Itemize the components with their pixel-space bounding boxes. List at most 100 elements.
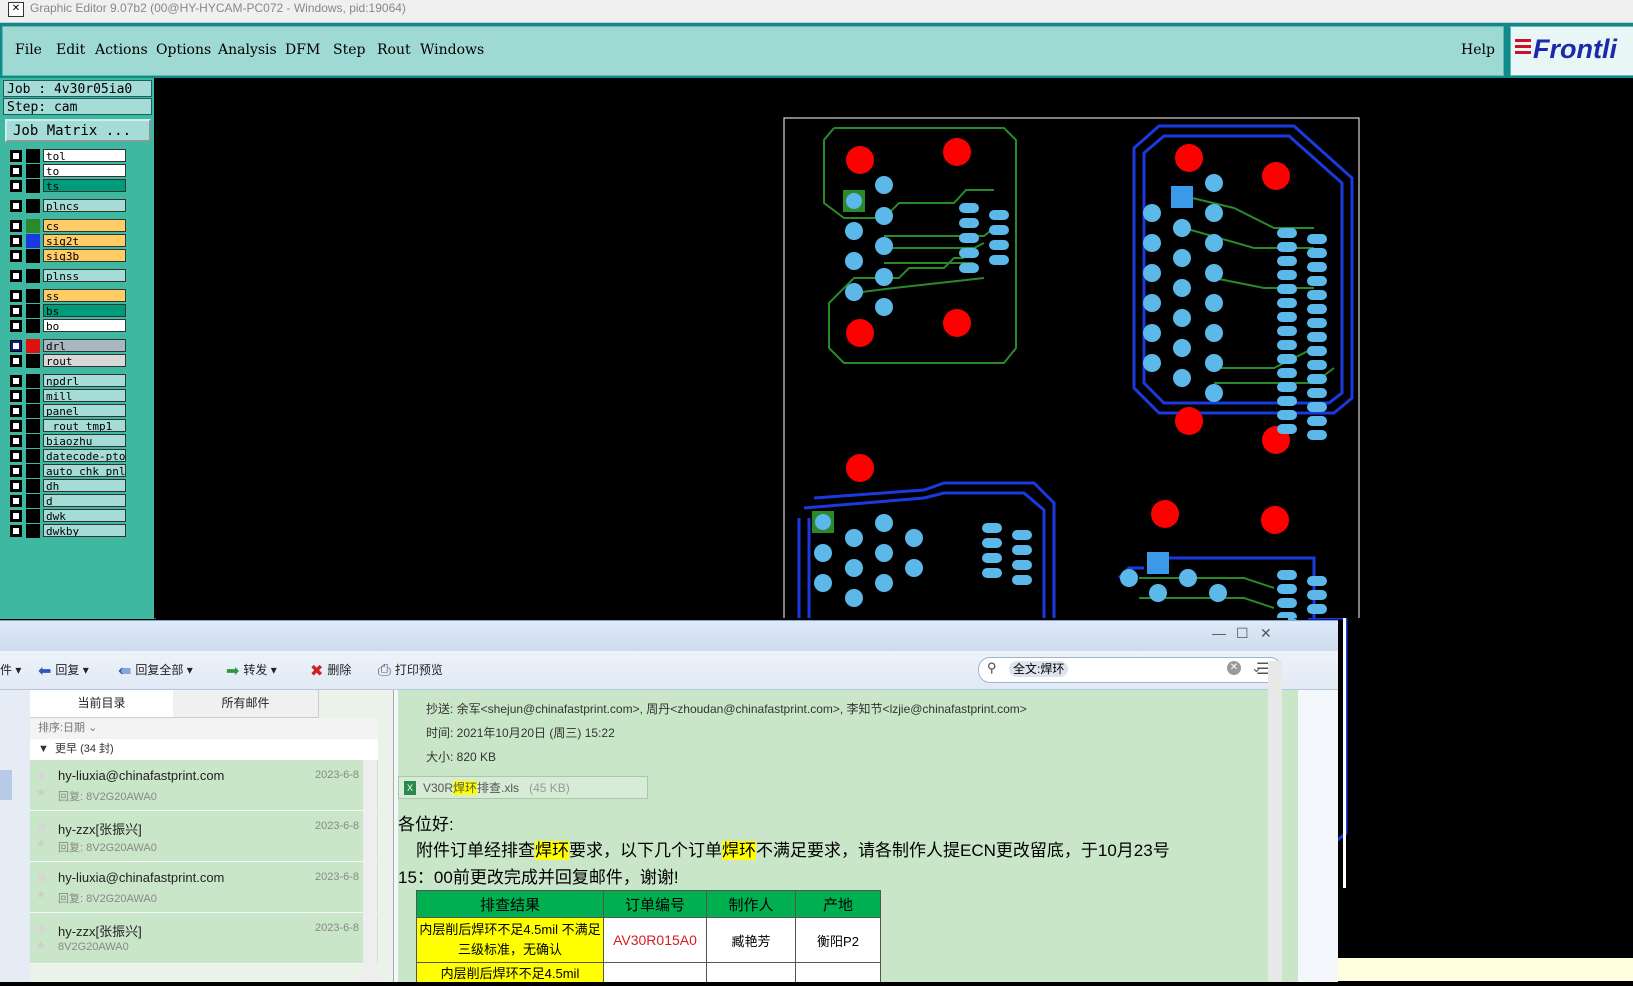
layer-color-swatch[interactable] bbox=[26, 289, 40, 303]
clear-search-icon[interactable]: ✕ bbox=[1227, 661, 1241, 675]
layer-checkbox[interactable] bbox=[10, 150, 22, 162]
layer-color-swatch[interactable] bbox=[26, 179, 40, 193]
layer-checkbox[interactable] bbox=[10, 390, 22, 402]
layer-checkbox[interactable] bbox=[10, 305, 22, 317]
layer-color-swatch[interactable] bbox=[26, 304, 40, 318]
layer-color-swatch[interactable] bbox=[26, 319, 40, 333]
layer-name[interactable]: d bbox=[43, 494, 126, 507]
group-header[interactable]: ▼ 更早 (34 封) bbox=[30, 739, 378, 760]
menu-analysis[interactable]: Analysis bbox=[218, 42, 277, 58]
menu-step[interactable]: Step bbox=[333, 42, 365, 58]
layer-color-swatch[interactable] bbox=[26, 354, 40, 368]
layer-row-panel[interactable]: panel bbox=[8, 404, 126, 418]
layer-name[interactable]: bo bbox=[43, 319, 126, 332]
layer-row-mill[interactable]: mill bbox=[8, 389, 126, 403]
unread-dot-icon[interactable] bbox=[38, 823, 46, 831]
layer-row-tol[interactable]: tol bbox=[8, 149, 126, 163]
layer-checkbox[interactable] bbox=[10, 250, 22, 262]
layer-color-swatch[interactable] bbox=[26, 494, 40, 508]
layer-name[interactable]: to bbox=[43, 164, 126, 177]
layer-name[interactable]: npdrl bbox=[43, 374, 126, 387]
layer-checkbox[interactable] bbox=[10, 450, 22, 462]
collapse-icon[interactable]: ▼ bbox=[38, 743, 49, 755]
forward-button[interactable]: ➡ 转发 ▾ bbox=[226, 661, 277, 681]
layer-name[interactable]: panel bbox=[43, 404, 126, 417]
layer-checkbox[interactable] bbox=[10, 290, 22, 302]
list-item[interactable]: ★ hy-zzx[张振兴] 2023-6-8 8V2G20AWA0 bbox=[30, 913, 378, 964]
star-icon[interactable]: ★ bbox=[36, 786, 46, 799]
layer-checkbox[interactable] bbox=[10, 525, 22, 537]
layer-checkbox[interactable] bbox=[10, 340, 22, 352]
layer-color-swatch[interactable] bbox=[26, 339, 40, 353]
layer-name[interactable]: datecode-pto bbox=[43, 449, 126, 462]
layer-name[interactable]: biaozhu bbox=[43, 434, 126, 447]
reply-button[interactable]: ⬅ 回复 ▾ bbox=[38, 661, 89, 681]
layer-row-sig3b[interactable]: sig3b bbox=[8, 249, 126, 263]
layer-color-swatch[interactable] bbox=[26, 269, 40, 283]
layer-checkbox[interactable] bbox=[10, 355, 22, 367]
layer-checkbox[interactable] bbox=[10, 235, 22, 247]
list-item[interactable]: ★ hy-liuxia@chinafastprint.com 2023-6-8 回复:… bbox=[30, 760, 378, 811]
layer-checkbox[interactable] bbox=[10, 495, 22, 507]
layer-name[interactable]: cs bbox=[43, 219, 126, 232]
layer-checkbox[interactable] bbox=[10, 180, 22, 192]
attachment[interactable]: X V30R焊环排查.xls (45 KB) bbox=[398, 776, 648, 799]
menu-file[interactable]: File bbox=[15, 42, 42, 58]
layer-name[interactable]: dwkby bbox=[43, 524, 126, 537]
layer-name[interactable]: sig2t bbox=[43, 234, 126, 247]
layer-checkbox[interactable] bbox=[10, 510, 22, 522]
reading-scrollbar[interactable] bbox=[1268, 661, 1282, 982]
menu-windows[interactable]: Windows bbox=[420, 42, 484, 58]
minimize-icon[interactable]: — bbox=[1212, 625, 1226, 641]
star-icon[interactable]: ★ bbox=[36, 837, 46, 850]
layer-row-ss[interactable]: ss bbox=[8, 289, 126, 303]
layer-name[interactable]: drl bbox=[43, 339, 126, 352]
layer-row-biaozhu[interactable]: biaozhu bbox=[8, 434, 126, 448]
tab-current-folder[interactable]: 当前目录 bbox=[30, 690, 174, 718]
layer-checkbox[interactable] bbox=[10, 200, 22, 212]
layer-color-swatch[interactable] bbox=[26, 219, 40, 233]
layer-color-swatch[interactable] bbox=[26, 524, 40, 538]
reply-all-button[interactable]: ⇚ 回复全部 ▾ bbox=[118, 661, 193, 681]
layer-row-ts[interactable]: ts bbox=[8, 179, 126, 193]
menu-help[interactable]: Help bbox=[1461, 42, 1495, 58]
layer-color-swatch[interactable] bbox=[26, 249, 40, 263]
file-menu-button[interactable]: 件 ▾ bbox=[0, 661, 21, 678]
layer-row-bo[interactable]: bo bbox=[8, 319, 126, 333]
print-preview-button[interactable]: ⎙ 打印预览 bbox=[378, 661, 443, 680]
unread-dot-icon[interactable] bbox=[38, 874, 46, 882]
star-icon[interactable]: ★ bbox=[36, 888, 46, 901]
layer-name[interactable]: mill bbox=[43, 389, 126, 402]
layer-row-dwk[interactable]: dwk bbox=[8, 509, 126, 523]
layer-color-swatch[interactable] bbox=[26, 434, 40, 448]
layer-color-swatch[interactable] bbox=[26, 419, 40, 433]
layer-color-swatch[interactable] bbox=[26, 479, 40, 493]
layer-checkbox[interactable] bbox=[10, 220, 22, 232]
layer-name[interactable]: rout bbox=[43, 354, 126, 367]
layer-checkbox[interactable] bbox=[10, 320, 22, 332]
star-icon[interactable]: ★ bbox=[36, 939, 46, 952]
layer-row-dwkby[interactable]: dwkby bbox=[8, 524, 126, 538]
layer-checkbox[interactable] bbox=[10, 480, 22, 492]
layer-row-drl[interactable]: drl bbox=[8, 339, 126, 353]
unread-dot-icon[interactable] bbox=[38, 772, 46, 780]
unread-dot-icon[interactable] bbox=[38, 925, 46, 933]
layer-row-dh[interactable]: dh bbox=[8, 479, 126, 493]
layer-row-cs[interactable]: cs bbox=[8, 219, 126, 233]
sort-selector[interactable]: 排序:日期 ⌄ bbox=[30, 718, 378, 739]
layer-name[interactable]: ts bbox=[43, 179, 126, 192]
search-input[interactable]: 全文:焊环 bbox=[1009, 661, 1069, 677]
pcb-view[interactable] bbox=[154, 78, 1633, 889]
layer-color-swatch[interactable] bbox=[26, 449, 40, 463]
tab-all-mail[interactable]: 所有邮件 bbox=[173, 690, 319, 718]
layer-checkbox[interactable] bbox=[10, 405, 22, 417]
layer-row-plncs[interactable]: plncs bbox=[8, 199, 126, 213]
layer-name[interactable]: dwk bbox=[43, 509, 126, 522]
layer-color-swatch[interactable] bbox=[26, 464, 40, 478]
menu-rout[interactable]: Rout bbox=[377, 42, 411, 58]
layer-row-to[interactable]: to bbox=[8, 164, 126, 178]
layer-row-rout[interactable]: rout bbox=[8, 354, 126, 368]
layer-checkbox[interactable] bbox=[10, 420, 22, 432]
layer-checkbox[interactable] bbox=[10, 165, 22, 177]
layer-color-swatch[interactable] bbox=[26, 199, 40, 213]
